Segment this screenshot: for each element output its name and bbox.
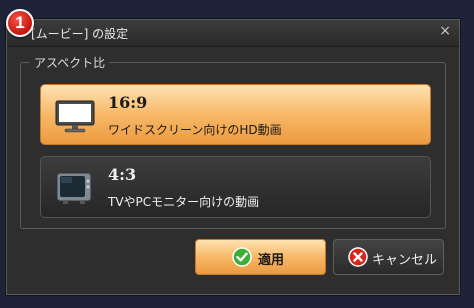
option-description: ワイドスクリーン向けのHD動画	[108, 123, 282, 137]
step-number-badge: 1	[6, 9, 34, 37]
option-title: 4:3	[108, 165, 137, 184]
check-icon	[232, 247, 252, 267]
cancel-button-label: キャンセル	[372, 253, 438, 268]
option-16-9[interactable]: 16:9 ワイドスクリーン向けのHD動画	[40, 84, 431, 145]
apply-button-label: 適用	[258, 253, 285, 268]
close-button[interactable]: ×	[439, 23, 451, 39]
option-title: 16:9	[108, 93, 148, 112]
widescreen-monitor-icon	[55, 100, 95, 133]
cancel-button[interactable]: キャンセル	[333, 239, 444, 275]
option-4-3[interactable]: 4:3 TVやPCモニター向けの動画	[40, 156, 431, 218]
x-icon	[348, 247, 368, 267]
option-description: TVやPCモニター向けの動画	[108, 195, 260, 209]
crt-tv-icon	[56, 172, 92, 204]
dialog-title: [ムービー] の設定	[31, 27, 129, 41]
apply-button[interactable]: 適用	[195, 239, 326, 275]
dialog-titlebar: [ムービー] の設定 ×	[7, 20, 459, 47]
aspect-ratio-group-label: アスペクト比	[30, 54, 110, 71]
